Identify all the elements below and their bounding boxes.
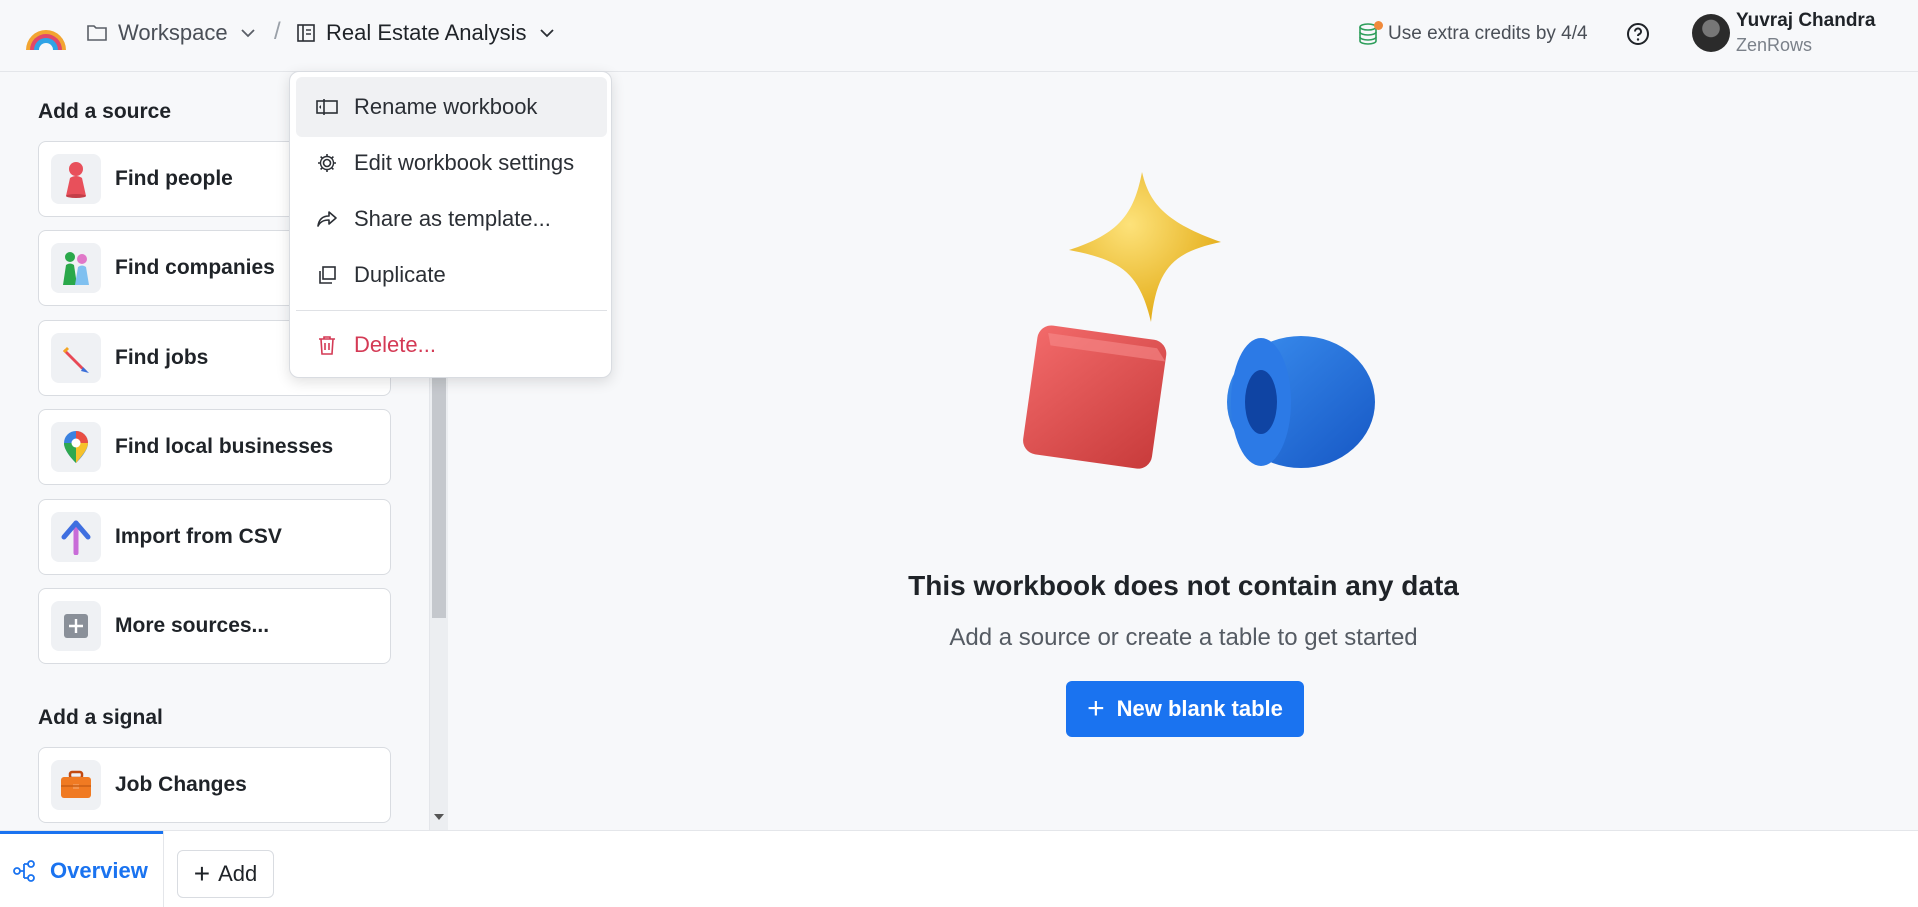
source-label: Find local businesses xyxy=(115,435,334,458)
companies-icon xyxy=(51,243,101,293)
menu-item-edit-settings[interactable]: Edit workbook settings xyxy=(296,133,607,193)
workbook-menu: Rename workbook Edit workbook settings S… xyxy=(289,71,612,378)
credits-indicator[interactable]: Use extra credits by 4/4 xyxy=(1358,21,1588,46)
menu-item-label: Delete... xyxy=(354,332,436,357)
empty-state-subtitle: Add a source or create a table to get st… xyxy=(949,624,1418,651)
avatar[interactable] xyxy=(1692,14,1730,52)
help-icon[interactable] xyxy=(1626,22,1650,46)
menu-divider xyxy=(296,310,607,311)
new-blank-table-button[interactable]: + New blank table xyxy=(1066,681,1304,737)
signal-job-changes[interactable]: Job Changes xyxy=(38,747,391,823)
menu-item-delete[interactable]: Delete... xyxy=(296,315,607,375)
empty-state-illustration xyxy=(1023,172,1375,469)
menu-item-label: Duplicate xyxy=(354,262,446,287)
menu-item-duplicate[interactable]: Duplicate xyxy=(296,245,607,305)
empty-state-title: This workbook does not contain any data xyxy=(908,570,1459,601)
menu-item-share-template[interactable]: Share as template... xyxy=(296,189,607,249)
person-icon xyxy=(51,154,101,204)
plus-square-icon xyxy=(51,601,101,651)
add-tab-button[interactable]: + Add xyxy=(177,850,274,898)
menu-item-rename[interactable]: Rename workbook xyxy=(296,77,607,137)
add-signal-title: Add a signal xyxy=(38,706,163,729)
briefcase-icon xyxy=(51,760,101,810)
overview-icon xyxy=(13,860,35,882)
workbook-title: Real Estate Analysis xyxy=(326,20,527,45)
add-source-title: Add a source xyxy=(38,100,172,123)
add-label: Add xyxy=(218,861,258,886)
breadcrumb-workbook[interactable]: Real Estate Analysis xyxy=(296,20,565,46)
credits-text: Use extra credits by 4/4 xyxy=(1388,23,1588,44)
map-pin-icon xyxy=(51,422,101,472)
source-find-local-businesses[interactable]: Find local businesses xyxy=(38,409,391,485)
source-import-csv[interactable]: Import from CSV xyxy=(38,499,391,575)
source-label: More sources... xyxy=(115,614,270,637)
rename-icon xyxy=(316,99,338,115)
folder-icon xyxy=(87,25,107,41)
scroll-down-arrow-icon[interactable] xyxy=(434,814,444,820)
breadcrumb-workspace[interactable]: Workspace xyxy=(86,20,266,46)
source-label: Job Changes xyxy=(115,773,247,796)
chevron-down-icon xyxy=(241,29,255,38)
source-label: Find jobs xyxy=(115,346,209,369)
arrow-up-icon xyxy=(51,512,101,562)
workbook-icon xyxy=(297,24,315,42)
source-label: Import from CSV xyxy=(115,525,282,548)
user-org: ZenRows xyxy=(1736,35,1813,55)
trash-icon xyxy=(319,336,335,355)
database-icon xyxy=(1358,21,1383,46)
user-name: Yuvraj Chandra xyxy=(1736,10,1876,31)
main-content: This workbook does not contain any data … xyxy=(449,72,1918,830)
plus-icon: + xyxy=(1087,692,1105,725)
menu-item-label: Edit workbook settings xyxy=(354,150,575,175)
source-more-sources[interactable]: More sources... xyxy=(38,588,391,664)
chevron-down-icon xyxy=(539,29,554,38)
gear-icon xyxy=(318,154,336,172)
share-icon xyxy=(317,211,337,227)
tab-divider xyxy=(163,831,164,907)
breadcrumb-separator: / xyxy=(274,18,281,45)
bottom-tab-bar: Overview + Add xyxy=(0,830,1918,907)
menu-item-label: Share as template... xyxy=(354,206,551,231)
top-header: Workspace / Real Estate Analysis Use ext… xyxy=(0,0,1918,72)
plus-icon: + xyxy=(193,858,211,889)
menu-item-label: Rename workbook xyxy=(354,94,538,119)
tab-overview-label: Overview xyxy=(50,858,148,883)
tab-overview[interactable]: Overview xyxy=(0,831,163,907)
source-label: Find people xyxy=(115,167,233,190)
workspace-label: Workspace xyxy=(118,20,228,45)
source-label: Find companies xyxy=(115,256,275,279)
duplicate-icon xyxy=(319,266,336,284)
pencil-icon xyxy=(51,333,101,383)
app-logo-icon[interactable] xyxy=(24,16,68,52)
new-table-label: New blank table xyxy=(1116,696,1283,721)
credits-alert-dot xyxy=(1374,21,1383,30)
